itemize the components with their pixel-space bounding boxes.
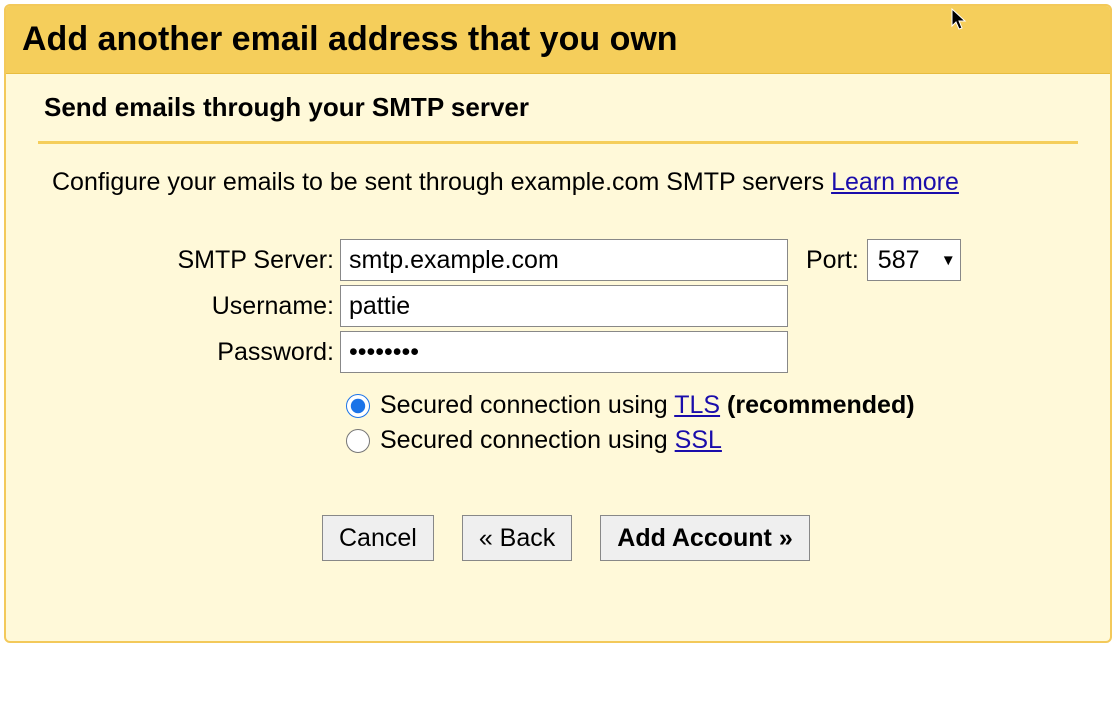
port-value: 587: [867, 239, 961, 281]
cancel-button[interactable]: Cancel: [322, 515, 434, 561]
password-input[interactable]: [340, 331, 788, 373]
smtp-row: SMTP Server: Port: 587 ▾: [128, 239, 1078, 281]
smtp-server-input[interactable]: [340, 239, 788, 281]
dialog-window: Add another email address that you own S…: [4, 4, 1112, 643]
security-options: Secured connection using TLS (recommende…: [346, 391, 1078, 455]
password-row: Password:: [128, 331, 1078, 373]
button-row: Cancel « Back Add Account »: [322, 515, 1078, 561]
learn-more-link[interactable]: Learn more: [831, 168, 959, 196]
subtitle: Send emails through your SMTP server: [38, 92, 1078, 123]
dialog-title: Add another email address that you own: [22, 20, 1094, 59]
description-text: Configure your emails to be sent through…: [52, 168, 831, 196]
username-row: Username:: [128, 285, 1078, 327]
back-button[interactable]: « Back: [462, 515, 572, 561]
password-label: Password:: [128, 338, 340, 367]
ssl-radio[interactable]: [346, 429, 370, 453]
add-account-button[interactable]: Add Account »: [600, 515, 809, 561]
username-label: Username:: [128, 292, 340, 321]
form: SMTP Server: Port: 587 ▾ Username: Passw…: [128, 239, 1078, 373]
port-label: Port:: [806, 246, 859, 275]
titlebar: Add another email address that you own: [6, 6, 1110, 74]
tls-radio[interactable]: [346, 394, 370, 418]
ssl-option[interactable]: Secured connection using SSL: [346, 426, 1078, 455]
description: Configure your emails to be sent through…: [38, 168, 1078, 197]
tls-option[interactable]: Secured connection using TLS (recommende…: [346, 391, 1078, 420]
username-input[interactable]: [340, 285, 788, 327]
tls-recommended: (recommended): [720, 391, 914, 419]
port-select[interactable]: 587 ▾: [867, 239, 961, 281]
ssl-link[interactable]: SSL: [675, 426, 722, 454]
ssl-prefix: Secured connection using: [380, 426, 675, 454]
smtp-server-label: SMTP Server:: [128, 246, 340, 275]
divider: [38, 141, 1078, 144]
dialog-content: Send emails through your SMTP server Con…: [6, 74, 1110, 641]
tls-prefix: Secured connection using: [380, 391, 674, 419]
tls-link[interactable]: TLS: [674, 391, 720, 419]
